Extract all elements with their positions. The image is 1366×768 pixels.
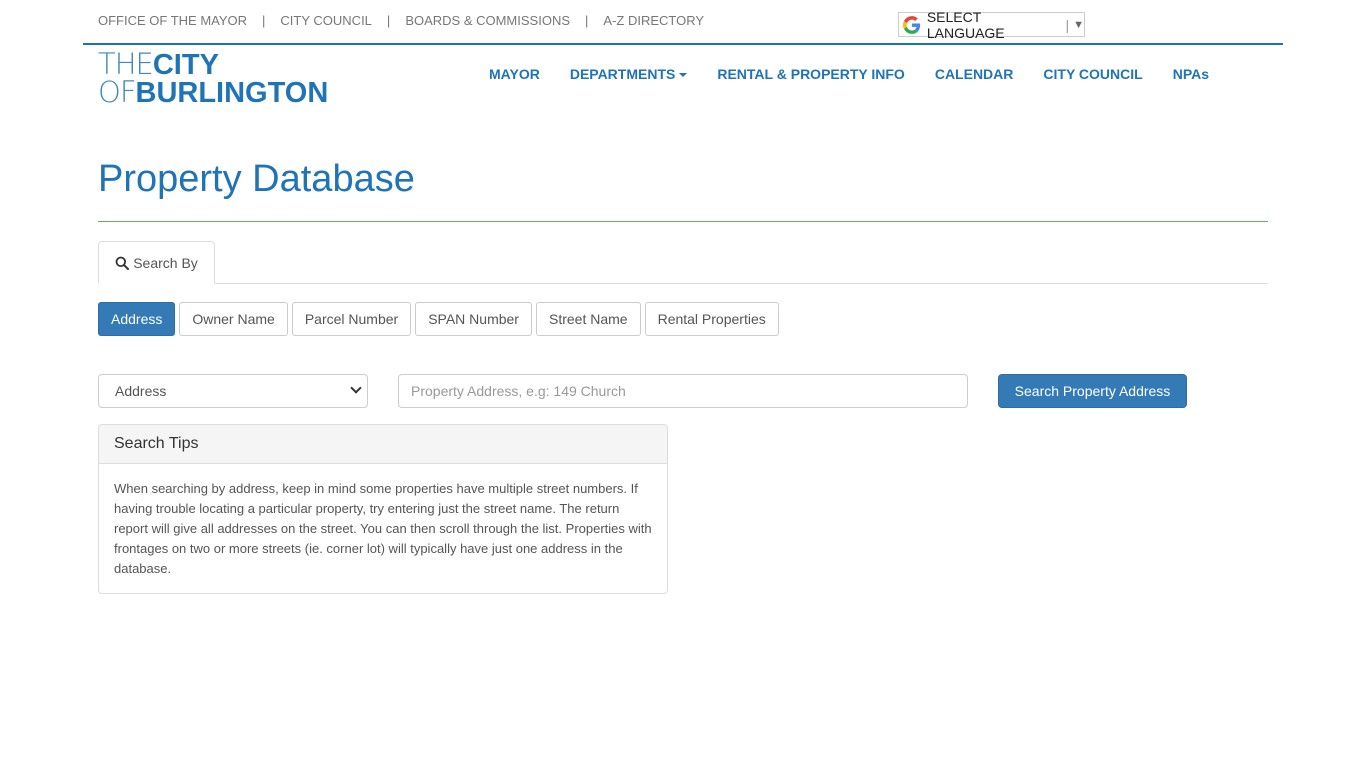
- language-selector[interactable]: SELECT LANGUAGE | ▼: [898, 9, 1085, 41]
- utility-bar: OFFICE OF THE MAYOR | CITY COUNCIL | BOA…: [98, 13, 704, 28]
- search-type-owner-name-button[interactable]: Owner Name: [179, 302, 288, 336]
- header-divider: [83, 43, 1283, 45]
- logo-text-burlington: BURLINGTON: [135, 77, 329, 109]
- utility-separator: |: [585, 13, 589, 28]
- utility-link-city-council[interactable]: CITY COUNCIL: [280, 13, 372, 28]
- search-property-address-button[interactable]: Search Property Address: [998, 374, 1187, 408]
- utility-separator: |: [386, 13, 391, 28]
- chevron-down-icon: [350, 382, 362, 394]
- nav-item-mayor[interactable]: MAYOR: [474, 66, 555, 82]
- title-divider: [98, 221, 1268, 222]
- search-type-buttons: Address Owner Name Parcel Number SPAN Nu…: [98, 302, 783, 336]
- utility-link-boards-commissions[interactable]: BOARDS & COMMISSIONS: [405, 13, 570, 28]
- page-title: Property Database: [98, 158, 415, 200]
- search-type-street-name-button[interactable]: Street Name: [535, 302, 641, 336]
- language-divider: |: [1065, 16, 1070, 33]
- utility-link-office-of-the-mayor[interactable]: OFFICE OF THE MAYOR: [98, 13, 247, 28]
- search-icon: [115, 256, 130, 270]
- nav-item-rental-property-info[interactable]: RENTAL & PROPERTY INFO: [702, 66, 919, 82]
- property-address-input[interactable]: [398, 374, 968, 408]
- nav-item-departments-label: DEPARTMENTS: [569, 66, 676, 82]
- search-type-span-number-button[interactable]: SPAN Number: [415, 302, 532, 336]
- caret-down-icon: [679, 73, 688, 78]
- tab-strip-border: [98, 283, 1268, 284]
- google-icon: [903, 15, 921, 34]
- search-type-rental-properties-button[interactable]: Rental Properties: [644, 302, 779, 336]
- search-type-parcel-number-button[interactable]: Parcel Number: [291, 302, 412, 336]
- language-label: SELECT LANGUAGE: [926, 8, 1005, 41]
- nav-item-calendar[interactable]: CALENDAR: [920, 66, 1029, 82]
- utility-separator: |: [262, 13, 266, 28]
- search-field-select-value: Address: [115, 383, 167, 399]
- nav-item-departments[interactable]: DEPARTMENTS: [555, 66, 703, 82]
- search-type-address-button[interactable]: Address: [98, 302, 176, 336]
- search-tips-heading: Search Tips: [99, 425, 667, 464]
- logo-text-city: CITY: [152, 49, 219, 81]
- search-tips-body: When searching by address, keep in mind …: [114, 481, 652, 576]
- nav-item-npas[interactable]: NPAs: [1158, 66, 1224, 82]
- utility-link-az-directory[interactable]: A-Z DIRECTORY: [603, 13, 704, 28]
- search-tips-panel: Search Tips When searching by address, k…: [98, 424, 668, 594]
- tab-search-by[interactable]: Search By: [98, 241, 215, 284]
- search-field-select[interactable]: Address: [98, 374, 368, 408]
- dropdown-arrow-icon: ▼: [1073, 18, 1084, 31]
- logo-text-of: OF: [98, 75, 137, 109]
- tab-search-by-label: Search By: [133, 254, 198, 271]
- nav-item-city-council[interactable]: CITY COUNCIL: [1028, 66, 1157, 82]
- main-nav: MAYOR DEPARTMENTS RENTAL & PROPERTY INFO…: [474, 66, 1224, 82]
- city-logo[interactable]: THE CITY OF BURLINGTON: [98, 49, 329, 109]
